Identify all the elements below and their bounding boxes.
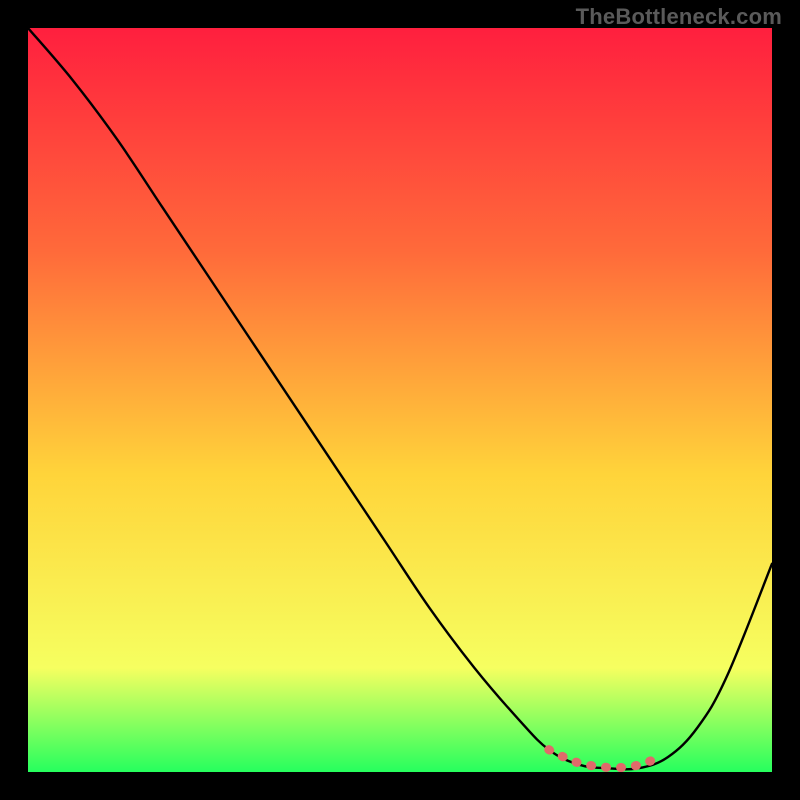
- chart-stage: TheBottleneck.com: [0, 0, 800, 800]
- plot-area: [28, 28, 772, 772]
- gradient-background: [28, 28, 772, 772]
- chart-svg: [28, 28, 772, 772]
- watermark-text: TheBottleneck.com: [576, 4, 782, 30]
